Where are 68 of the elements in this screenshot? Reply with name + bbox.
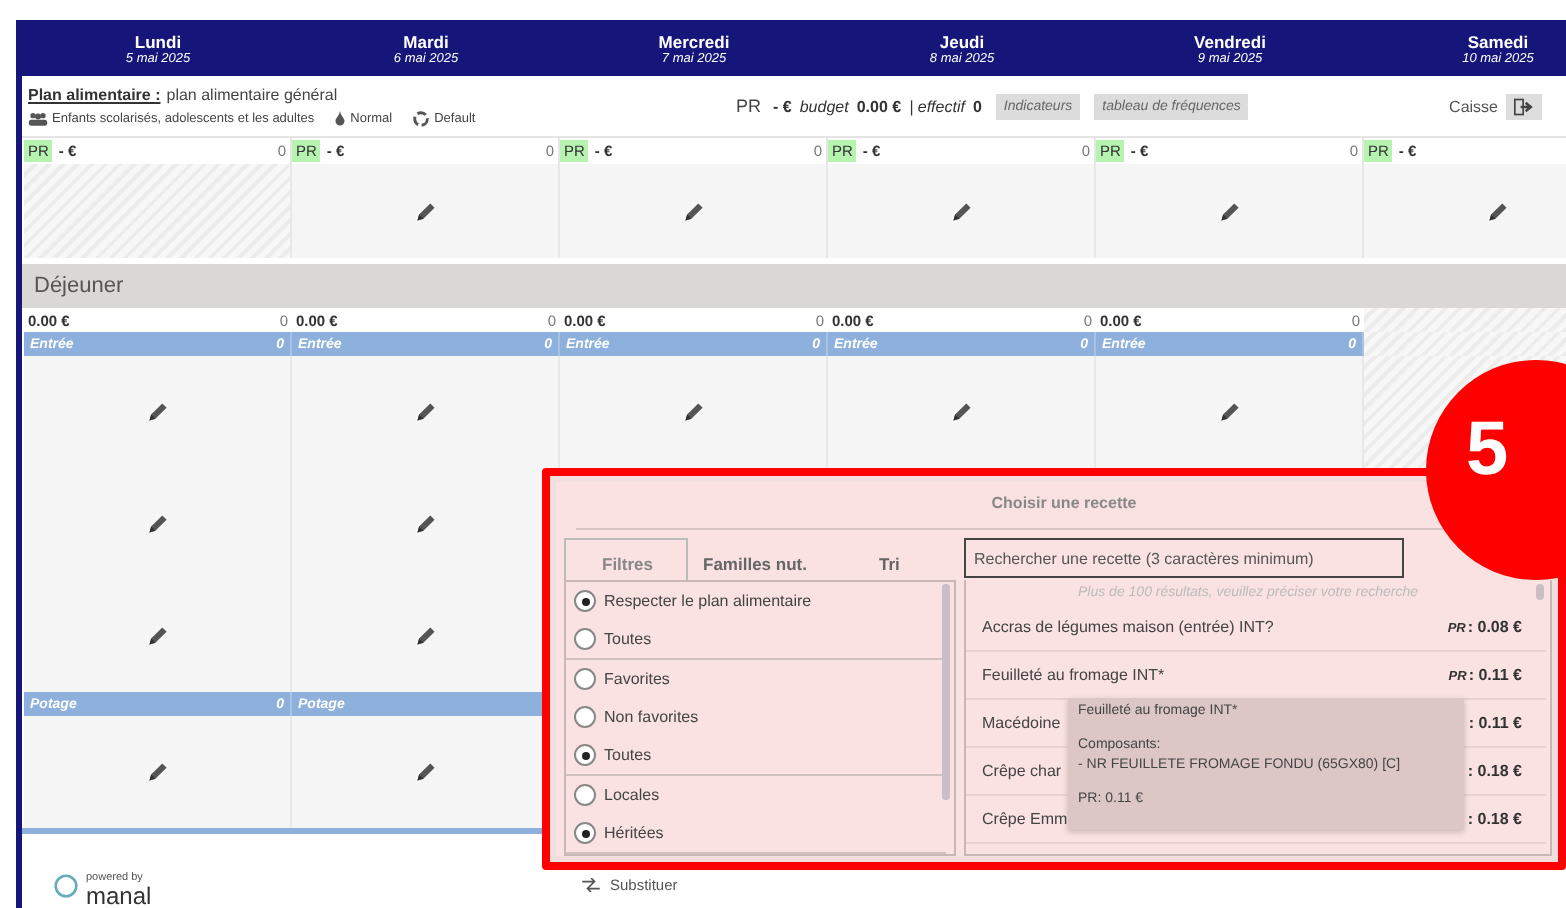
pencil-icon[interactable] <box>145 512 169 536</box>
pencil-icon[interactable] <box>681 400 705 424</box>
plan-value: plan alimentaire général <box>166 85 338 103</box>
meal-title: Déjeuner <box>22 264 1566 308</box>
option-label: Toutes <box>604 630 652 648</box>
budget-value: 0.00 € <box>856 97 902 115</box>
day-name: Mardi <box>401 31 451 51</box>
pencil-icon[interactable] <box>949 199 973 223</box>
radio-button[interactable] <box>574 706 596 728</box>
pencil-icon[interactable] <box>145 760 169 784</box>
radio-button[interactable] <box>574 668 596 690</box>
pr-label: PR <box>736 96 762 116</box>
radio-button[interactable] <box>574 590 596 612</box>
search-field[interactable]: Rechercher une recette (3 caractères minimum) <box>964 538 1404 578</box>
pencil-icon[interactable] <box>1217 400 1241 424</box>
logout-button[interactable] <box>1506 93 1542 119</box>
option-label: Toutes <box>604 746 652 764</box>
radio-button[interactable] <box>574 744 596 766</box>
pencil-icon[interactable] <box>413 760 437 784</box>
pencil-icon[interactable] <box>949 400 973 424</box>
tab[interactable]: Familles nut. <box>687 544 823 580</box>
price-text: : 0.18 € <box>1467 810 1522 828</box>
pencil-icon[interactable] <box>413 624 437 648</box>
radio-button[interactable] <box>574 784 596 806</box>
day-name: Samedi <box>1465 31 1531 51</box>
day-name: Jeudi <box>937 31 987 51</box>
tab[interactable]: Tri <box>862 544 916 580</box>
tab[interactable]: Filtres <box>564 538 688 580</box>
option-label: Favorites <box>604 670 670 688</box>
day-name: Mercredi <box>656 31 732 51</box>
price-text: : 0.18 € <box>1467 762 1522 780</box>
drop-icon <box>334 110 347 126</box>
recycle-icon <box>412 109 431 127</box>
option-label: Locales <box>604 786 660 804</box>
recipe-name: Crêpe char <box>982 762 1062 780</box>
recipe-name: Accras de légumes maison (entrée) INT? <box>982 618 1274 636</box>
pencil-icon[interactable] <box>1217 199 1241 223</box>
day-name: Vendredi <box>1192 31 1268 51</box>
brand-text: manal <box>86 884 152 908</box>
pencil-icon[interactable] <box>145 624 169 648</box>
pencil-icon[interactable] <box>1485 199 1509 223</box>
recipe-name: Macédoine <box>982 714 1061 732</box>
option-label: Non favorites <box>604 708 699 726</box>
people-icon <box>28 111 48 125</box>
effectif-label: | effectif <box>909 97 965 115</box>
effectif-value: 0 <box>972 97 982 115</box>
caisse-label: Caisse <box>1449 97 1498 115</box>
recipe-name: Crêpe Emm <box>982 810 1068 828</box>
price-text: : 0.08 € <box>1467 618 1522 636</box>
radio-button[interactable] <box>574 822 596 844</box>
scrollbar <box>1536 584 1544 600</box>
radio-button[interactable] <box>574 628 596 650</box>
pencil-icon[interactable] <box>145 400 169 424</box>
pencil-icon[interactable] <box>413 512 437 536</box>
budget-label: budget <box>799 97 849 115</box>
option-label: Héritées <box>604 824 664 842</box>
pencil-icon[interactable] <box>413 400 437 424</box>
recipe-name: Feuilleté au fromage INT* <box>982 666 1165 684</box>
price-text: : 0.11 € <box>1468 714 1522 732</box>
swap-icon <box>582 878 600 892</box>
pencil-icon[interactable] <box>681 199 705 223</box>
option-label: Respecter le plan alimentaire <box>604 592 812 610</box>
pencil-icon[interactable] <box>413 199 437 223</box>
day-name: Lundi <box>132 31 184 51</box>
logout-icon <box>1514 97 1534 115</box>
pr-value: - € <box>773 97 792 115</box>
price-text: : 0.11 € <box>1468 666 1522 684</box>
plan-label: Plan alimentaire : <box>28 85 161 103</box>
